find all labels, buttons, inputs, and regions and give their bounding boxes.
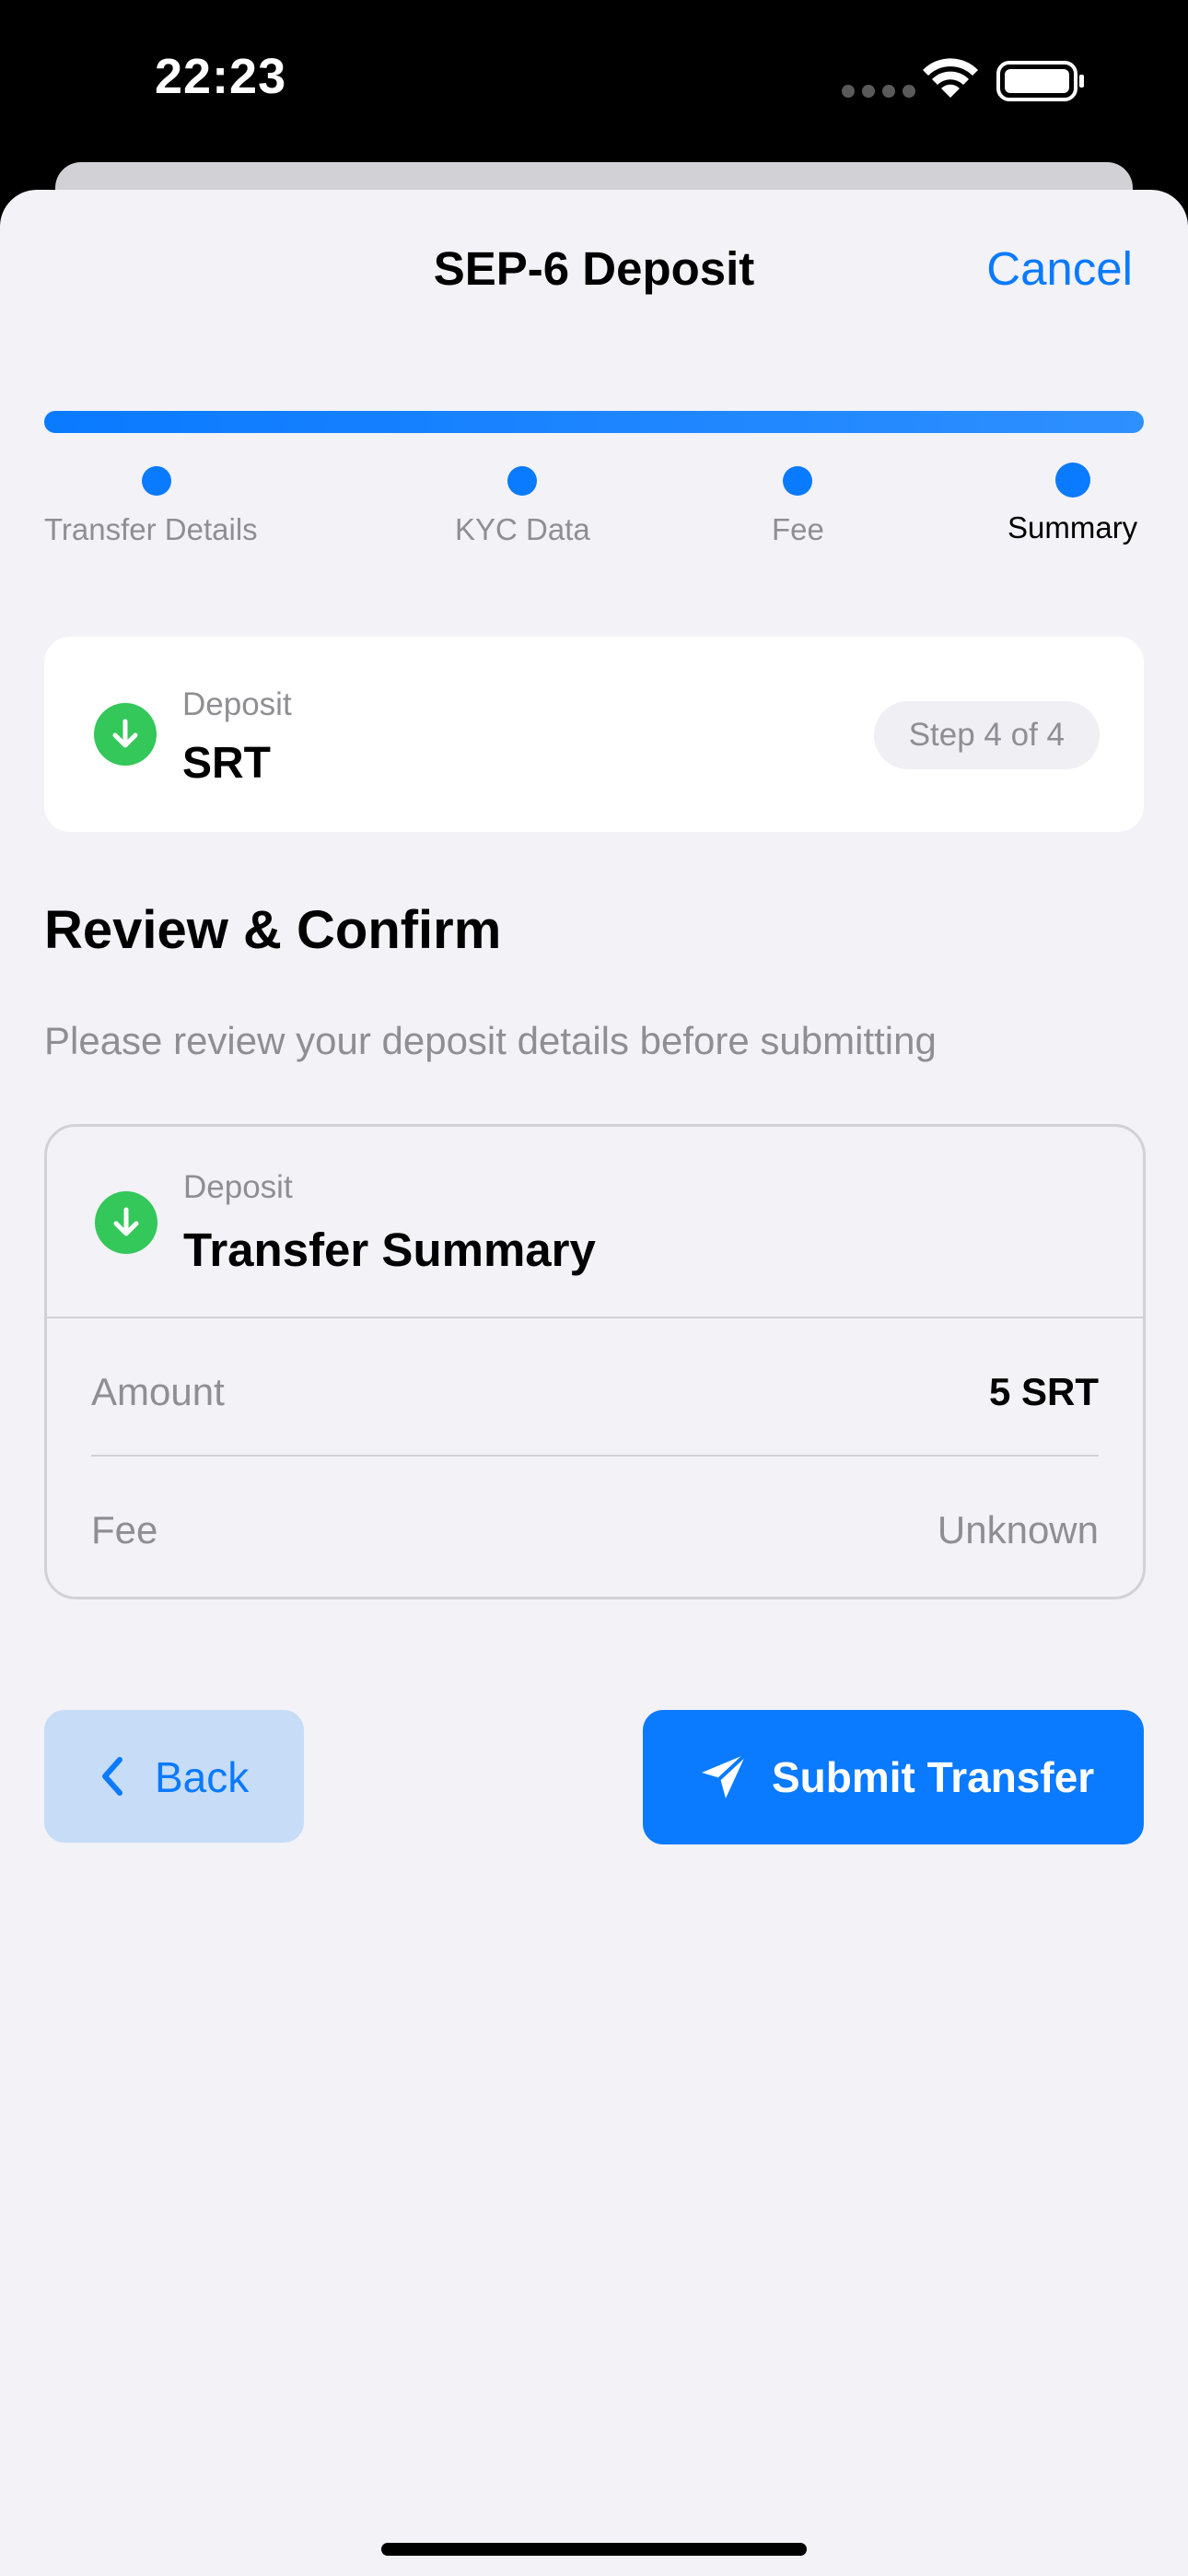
cancel-button[interactable]: Cancel bbox=[986, 241, 1133, 296]
amount-value: 5 SRT bbox=[988, 1370, 1099, 1413]
deposit-sheet: SEP-6 Deposit Cancel Transfer Details KY… bbox=[0, 190, 1188, 2576]
step-dot bbox=[142, 466, 171, 496]
cellular-signal-icon bbox=[842, 85, 915, 98]
divider bbox=[91, 1455, 1099, 1457]
step-label: KYC Data bbox=[455, 512, 590, 546]
step-dot-active bbox=[1054, 463, 1090, 498]
battery-icon bbox=[996, 61, 1084, 101]
arrow-down-circle-icon bbox=[94, 703, 157, 766]
fee-label: Fee bbox=[91, 1508, 158, 1551]
paper-plane-icon bbox=[702, 1752, 748, 1798]
fee-value: Unknown bbox=[937, 1508, 1099, 1551]
back-button[interactable]: Back bbox=[44, 1710, 304, 1843]
progress-bar bbox=[44, 411, 1144, 433]
summary-kicker: Deposit bbox=[183, 1169, 293, 1205]
step-label: Summary bbox=[1007, 510, 1138, 544]
amount-label: Amount bbox=[91, 1370, 225, 1413]
divider bbox=[47, 1317, 1143, 1318]
step-label: Transfer Details bbox=[44, 512, 258, 546]
back-label: Back bbox=[155, 1753, 250, 1801]
step-kyc-data: KYC Data bbox=[455, 466, 590, 547]
status-time: 22:23 bbox=[155, 49, 287, 104]
step-badge: Step 4 of 4 bbox=[873, 701, 1100, 769]
chevron-left-icon bbox=[102, 1757, 122, 1796]
asset-kicker: Deposit bbox=[182, 686, 292, 722]
asset-card: Deposit SRT Step 4 of 4 bbox=[44, 637, 1144, 832]
step-summary: Summary bbox=[1007, 463, 1137, 545]
status-bar: 22:23 bbox=[0, 0, 1188, 166]
asset-code: SRT bbox=[182, 739, 271, 788]
arrow-down-circle-icon bbox=[95, 1191, 157, 1254]
step-dot bbox=[507, 466, 538, 496]
step-transfer-details: Transfer Details bbox=[44, 466, 258, 547]
section-title: Review & Confirm bbox=[44, 900, 502, 960]
summary-title: Transfer Summary bbox=[183, 1224, 596, 1276]
submit-transfer-button[interactable]: Submit Transfer bbox=[643, 1710, 1144, 1844]
transfer-summary-card: Deposit Transfer Summary Amount 5 SRT Fe… bbox=[44, 1124, 1146, 1599]
step-fee: Fee bbox=[772, 466, 824, 547]
submit-label: Submit Transfer bbox=[772, 1753, 1095, 1801]
step-label: Fee bbox=[772, 512, 824, 546]
step-dot bbox=[783, 466, 813, 496]
section-subtitle: Please review your deposit details befor… bbox=[44, 1019, 937, 1062]
home-indicator bbox=[381, 2543, 807, 2556]
wifi-icon bbox=[923, 58, 978, 98]
